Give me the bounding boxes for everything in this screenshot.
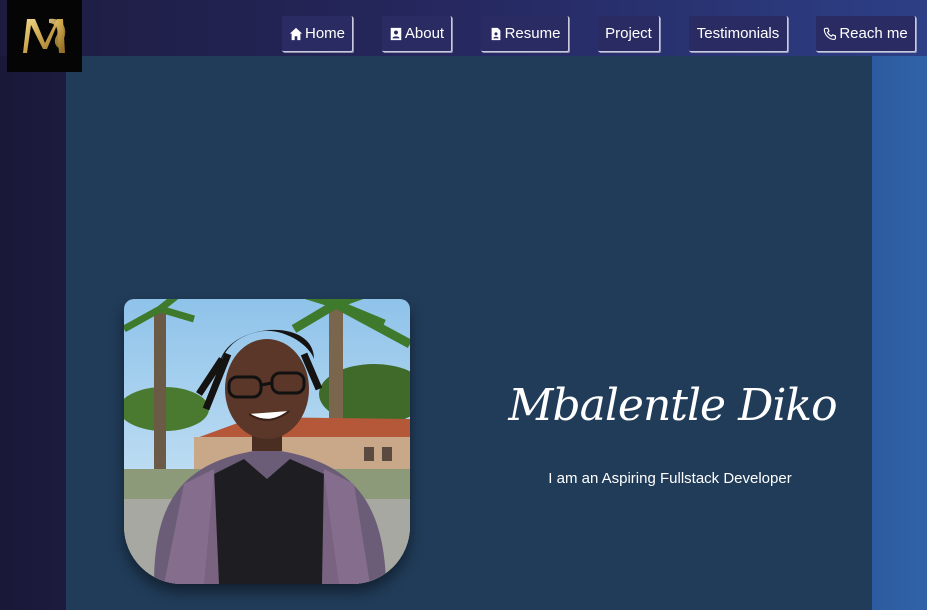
nav-reach-me-label: Reach me (839, 25, 908, 42)
nav-about-button[interactable]: About (382, 16, 452, 52)
nav-resume-button[interactable]: Resume (481, 16, 569, 52)
nav-project-button[interactable]: Project (598, 16, 660, 52)
site-logo[interactable] (7, 0, 82, 72)
nav-resume-label: Resume (504, 25, 561, 42)
home-icon (289, 27, 303, 40)
document-icon (491, 27, 500, 40)
nav-home-label: Home (304, 25, 345, 42)
phone-icon (824, 27, 837, 40)
hero-tagline: I am an Aspiring Fullstack Developer (548, 470, 792, 487)
nav-testimonials-button[interactable]: Testimonials (689, 16, 788, 52)
profile-photo (124, 299, 410, 584)
nav-testimonials-label: Testimonials (696, 25, 780, 42)
contact-card-icon (390, 27, 402, 40)
hero-name: Mbalentle Diko (508, 380, 837, 431)
nav-about-label: About (404, 25, 445, 42)
nav-project-label: Project (605, 25, 652, 42)
nav-home-button[interactable]: Home (282, 16, 353, 52)
monogram-logo-icon (22, 18, 65, 53)
nav-reach-me-button[interactable]: Reach me (816, 16, 916, 52)
